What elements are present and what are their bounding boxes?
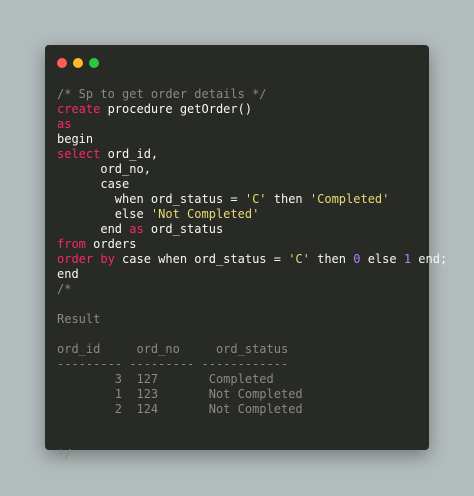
code-text: case when ord_status = bbox=[114, 252, 289, 266]
code-text: then bbox=[309, 252, 354, 266]
code-text: procedure getOrder() bbox=[100, 102, 253, 116]
code-text: ord_status bbox=[143, 222, 224, 236]
keyword-as: as bbox=[57, 117, 72, 131]
code-comment-line: /* Sp to get order details */ bbox=[57, 87, 267, 101]
code-block: /* Sp to get order details */ create pro… bbox=[57, 87, 447, 462]
code-line: select ord_id, bbox=[57, 147, 425, 162]
keyword-from: from bbox=[57, 237, 86, 251]
code-line-end: end bbox=[57, 267, 79, 281]
code-line: from orders bbox=[57, 237, 425, 252]
code-line: else 'Not Completed' bbox=[57, 207, 425, 222]
keyword-create: create bbox=[57, 102, 101, 116]
result-row: 1 123 Not Completed bbox=[57, 387, 303, 401]
result-row: 3 127 Completed bbox=[57, 372, 274, 386]
number-literal: 1 bbox=[403, 252, 412, 266]
code-text: else bbox=[360, 252, 404, 266]
code-text: when ord_status = bbox=[57, 192, 245, 206]
minimize-button[interactable] bbox=[73, 58, 83, 68]
code-text: orders bbox=[85, 237, 137, 251]
code-line-begin: begin bbox=[57, 132, 94, 146]
string-literal: 'Not Completed' bbox=[150, 207, 260, 221]
code-text: then bbox=[266, 192, 310, 206]
result-header: ord_id ord_no ord_status bbox=[57, 342, 289, 356]
keyword-as: as bbox=[129, 222, 144, 236]
keyword-order-by: order by bbox=[57, 252, 115, 266]
comment-open: /* bbox=[57, 282, 72, 296]
code-text: ord_id, bbox=[100, 147, 159, 161]
code-window: /* Sp to get order details */ create pro… bbox=[45, 45, 447, 461]
result-divider: --------- --------- ------------ bbox=[57, 357, 289, 371]
comment-close: */ bbox=[57, 447, 72, 461]
code-line: order by case when ord_status = 'C' then… bbox=[57, 252, 447, 267]
code-text: end; bbox=[411, 252, 448, 266]
result-heading: Result bbox=[57, 312, 101, 326]
code-text: else bbox=[57, 207, 151, 221]
code-text: end bbox=[57, 222, 130, 236]
string-literal: 'Completed' bbox=[309, 192, 390, 206]
result-row: 2 124 Not Completed bbox=[57, 402, 303, 416]
code-line: end as ord_status bbox=[57, 222, 425, 237]
close-button[interactable] bbox=[57, 58, 67, 68]
code-line: ord_no, bbox=[57, 162, 151, 176]
keyword-select: select bbox=[57, 147, 101, 161]
string-literal: 'C' bbox=[244, 192, 267, 206]
code-line: when ord_status = 'C' then 'Completed' bbox=[57, 192, 425, 207]
code-line: create procedure getOrder() bbox=[57, 102, 425, 117]
maximize-button[interactable] bbox=[89, 58, 99, 68]
code-line: case bbox=[57, 177, 130, 191]
string-literal: 'C' bbox=[288, 252, 310, 266]
